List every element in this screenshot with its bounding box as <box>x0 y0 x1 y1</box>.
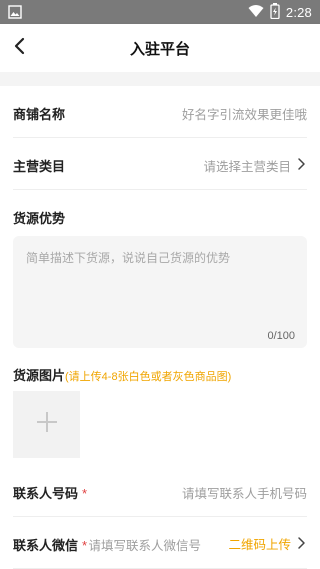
clock-time: 2:28 <box>285 4 312 20</box>
shop-name-input[interactable]: 好名字引流效果更佳哦 <box>182 104 307 123</box>
phone-row[interactable]: 联系人号码 * 请填写联系人手机号码 <box>13 465 307 517</box>
page-title: 入驻平台 <box>129 41 190 58</box>
category-label: 主营类目 <box>13 159 66 174</box>
wechat-label: 联系人微信 * <box>13 535 87 554</box>
phone-input[interactable]: 请填写联系人手机号码 <box>182 483 307 502</box>
section-divider <box>0 72 320 86</box>
add-image-button[interactable] <box>13 391 80 458</box>
images-hint: (请上传4-8张白色或者灰色商品图) <box>65 371 232 383</box>
advantage-label: 货源优势 <box>13 211 66 226</box>
required-mark: * <box>82 486 88 501</box>
navigation-bar: 入驻平台 <box>0 24 320 72</box>
wechat-label-text: 联系人微信 <box>13 538 79 553</box>
category-select[interactable]: 请选择主营类目 <box>203 156 291 175</box>
battery-icon <box>270 2 280 22</box>
plus-icon <box>36 411 58 438</box>
chevron-right-icon <box>295 156 307 172</box>
category-row[interactable]: 主营类目 请选择主营类目 <box>13 138 307 190</box>
advantage-textarea[interactable]: 简单描述下货源，说说自己货源的优势 0/100 <box>13 236 307 348</box>
char-counter: 0/100 <box>267 330 295 342</box>
images-label: 货源图片(请上传4-8张白色或者灰色商品图) <box>13 365 231 384</box>
phone-label: 联系人号码 * <box>13 483 87 502</box>
status-bar: 2:28 <box>0 0 320 24</box>
required-mark: * <box>82 538 88 553</box>
advantage-placeholder: 简单描述下货源，说说自己货源的优势 <box>26 251 231 265</box>
wechat-input[interactable]: 请填写联系人微信号 <box>88 535 201 554</box>
image-icon <box>8 5 22 24</box>
shop-name-row[interactable]: 商铺名称 好名字引流效果更佳哦 <box>13 86 307 138</box>
shop-name-label: 商铺名称 <box>13 107 66 122</box>
wechat-row[interactable]: 联系人微信 * 请填写联系人微信号 二维码上传 <box>13 517 307 569</box>
wifi-icon <box>248 4 264 21</box>
chevron-right-icon <box>295 535 307 551</box>
images-label-text: 货源图片 <box>13 368 66 383</box>
phone-label-text: 联系人号码 <box>13 486 79 501</box>
qr-upload-link[interactable]: 二维码上传 <box>228 534 291 553</box>
